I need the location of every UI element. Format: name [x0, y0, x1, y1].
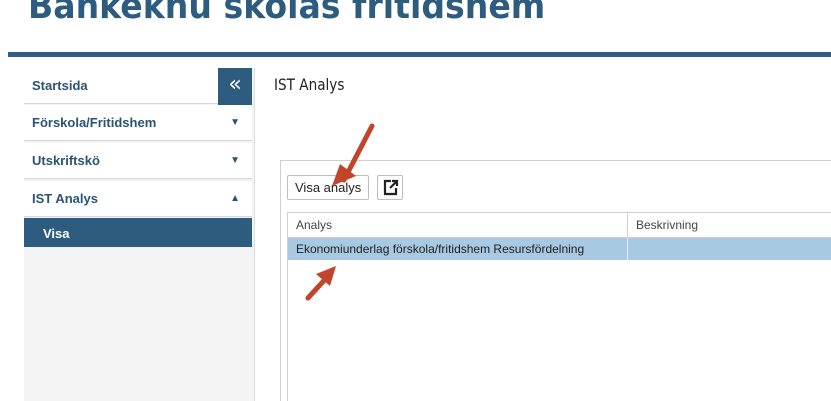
- site-title: Bankeknu skolas fritidshem: [28, 0, 546, 27]
- collapse-sidebar-icon[interactable]: «: [218, 68, 252, 105]
- analysis-table: Analys Beskrivning Ekonomiunderlag försk…: [287, 212, 831, 401]
- sidebar-item-label: Förskola/Fritidshem: [32, 115, 157, 130]
- table-row[interactable]: Ekonomiunderlag förskola/fritidshem Resu…: [288, 238, 831, 260]
- sidebar-subitem-visa[interactable]: Visa: [24, 218, 252, 247]
- column-header-beskrivning[interactable]: Beskrivning: [628, 213, 831, 238]
- sidebar-item-label: Utskriftskö: [32, 153, 100, 168]
- annotation-arrow-icon: [305, 266, 336, 301]
- header-divider: [8, 52, 831, 57]
- annotation-arrow-icon: [332, 123, 375, 186]
- chevron-down-icon: ▼: [230, 155, 240, 166]
- chevron-up-icon: ▲: [230, 193, 240, 204]
- chevron-down-icon: ▼: [230, 117, 240, 128]
- table-cell-beskrivning: [628, 238, 831, 260]
- external-link-icon-graphic: [383, 179, 399, 196]
- sidebar-item-utskriftsko[interactable]: Utskriftskö ▼: [24, 143, 252, 179]
- table-cell-analys: Ekonomiunderlag förskola/fritidshem Resu…: [288, 238, 628, 260]
- sidebar-item-label: IST Analys: [32, 191, 98, 206]
- external-link-icon[interactable]: [377, 175, 403, 200]
- page-title: IST Analys: [274, 75, 345, 94]
- sidebar-item-label: Startsida: [32, 78, 88, 93]
- column-header-analys[interactable]: Analys: [288, 213, 628, 238]
- sidebar-item-ist-analys[interactable]: IST Analys ▲: [24, 181, 252, 217]
- sidebar-item-forskola[interactable]: Förskola/Fritidshem ▼: [24, 105, 252, 141]
